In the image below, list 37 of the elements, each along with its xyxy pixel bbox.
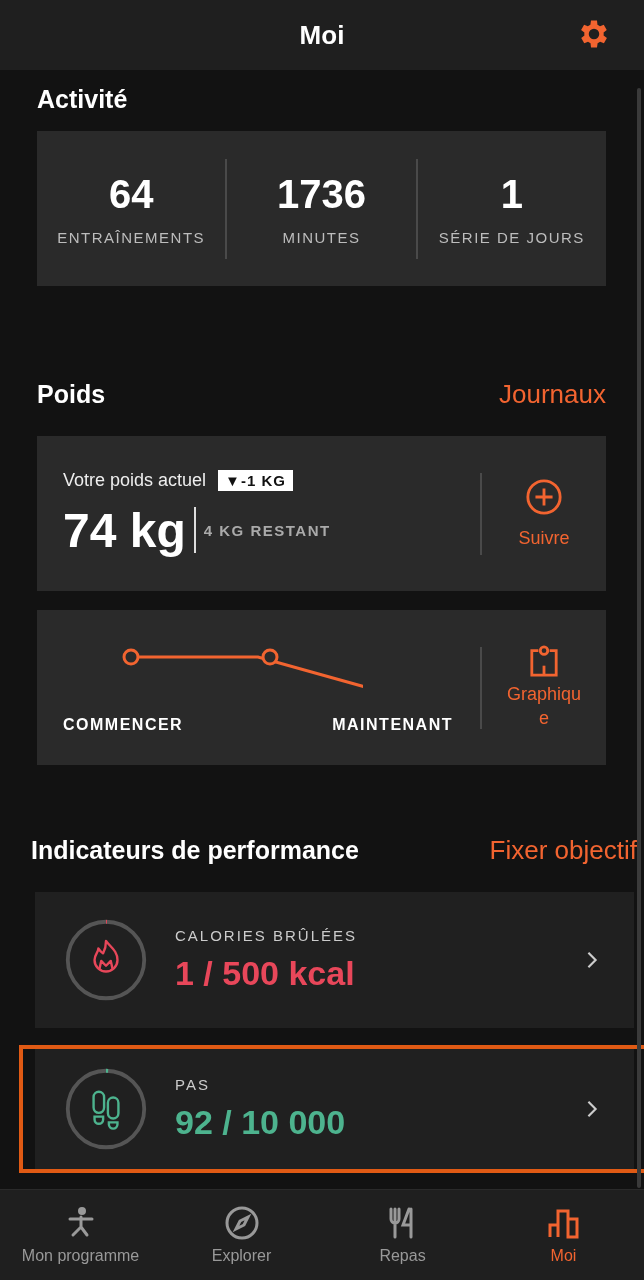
indicator-label: PAS <box>175 1076 211 1093</box>
footprints-progress-icon <box>63 1066 149 1152</box>
indicator-card[interactable]: CALORIES BRÛLÉES 1 / 500 kcal <box>35 892 634 1028</box>
stat-label: MINUTES <box>282 228 361 246</box>
section-title: Activité <box>37 85 129 114</box>
section-title: Indicateurs de performance <box>31 836 359 865</box>
flame-progress-icon <box>63 917 149 1003</box>
chart-end-label: MAINTENANT <box>332 715 453 734</box>
chart-start-label: COMMENCER <box>63 715 184 734</box>
stat-value: 1 <box>500 171 523 217</box>
indicator-value: 92 / 10 000 <box>175 1103 347 1142</box>
stat-value: 64 <box>108 171 154 217</box>
track-button[interactable]: Suivre <box>482 478 606 549</box>
plus-circle-icon <box>525 478 563 516</box>
stat-label: ENTRAÎNEMENTS <box>57 228 206 246</box>
chevron-right-icon <box>586 1100 598 1118</box>
weight-value: 74 kg <box>63 502 186 558</box>
tab-bar-item[interactable]: Moi <box>483 1190 644 1280</box>
section-title: Poids <box>37 380 106 409</box>
set-goal-link[interactable]: Fixer objectif <box>489 835 637 866</box>
compass-icon <box>223 1205 260 1241</box>
weight-label: Votre poids actuel <box>63 469 207 491</box>
chart-button[interactable]: Graphique <box>482 645 606 730</box>
stat-value: 1736 <box>277 171 366 217</box>
weight-remaining: 4 KG RESTANT <box>203 521 331 539</box>
tab-bar-item[interactable]: Explorer <box>161 1190 322 1280</box>
weight-change-badge: ▼-1 KG <box>218 469 293 491</box>
indicator-card[interactable]: PAS 92 / 10 000 <box>35 1049 634 1169</box>
screen-title: Moi <box>299 19 345 51</box>
chevron-right-icon <box>586 951 598 969</box>
stat-label: SÉRIE DE JOURS <box>438 228 585 246</box>
indicator-label: CALORIES BRÛLÉES <box>175 927 359 944</box>
logs-link[interactable]: Journaux <box>499 379 606 410</box>
indicator-value: 1 / 500 kcal <box>175 954 356 993</box>
clipboard-icon <box>529 645 559 678</box>
tab-bar-item[interactable]: Mon programme <box>0 1190 161 1280</box>
tab-bar-item[interactable]: Repas <box>322 1190 483 1280</box>
